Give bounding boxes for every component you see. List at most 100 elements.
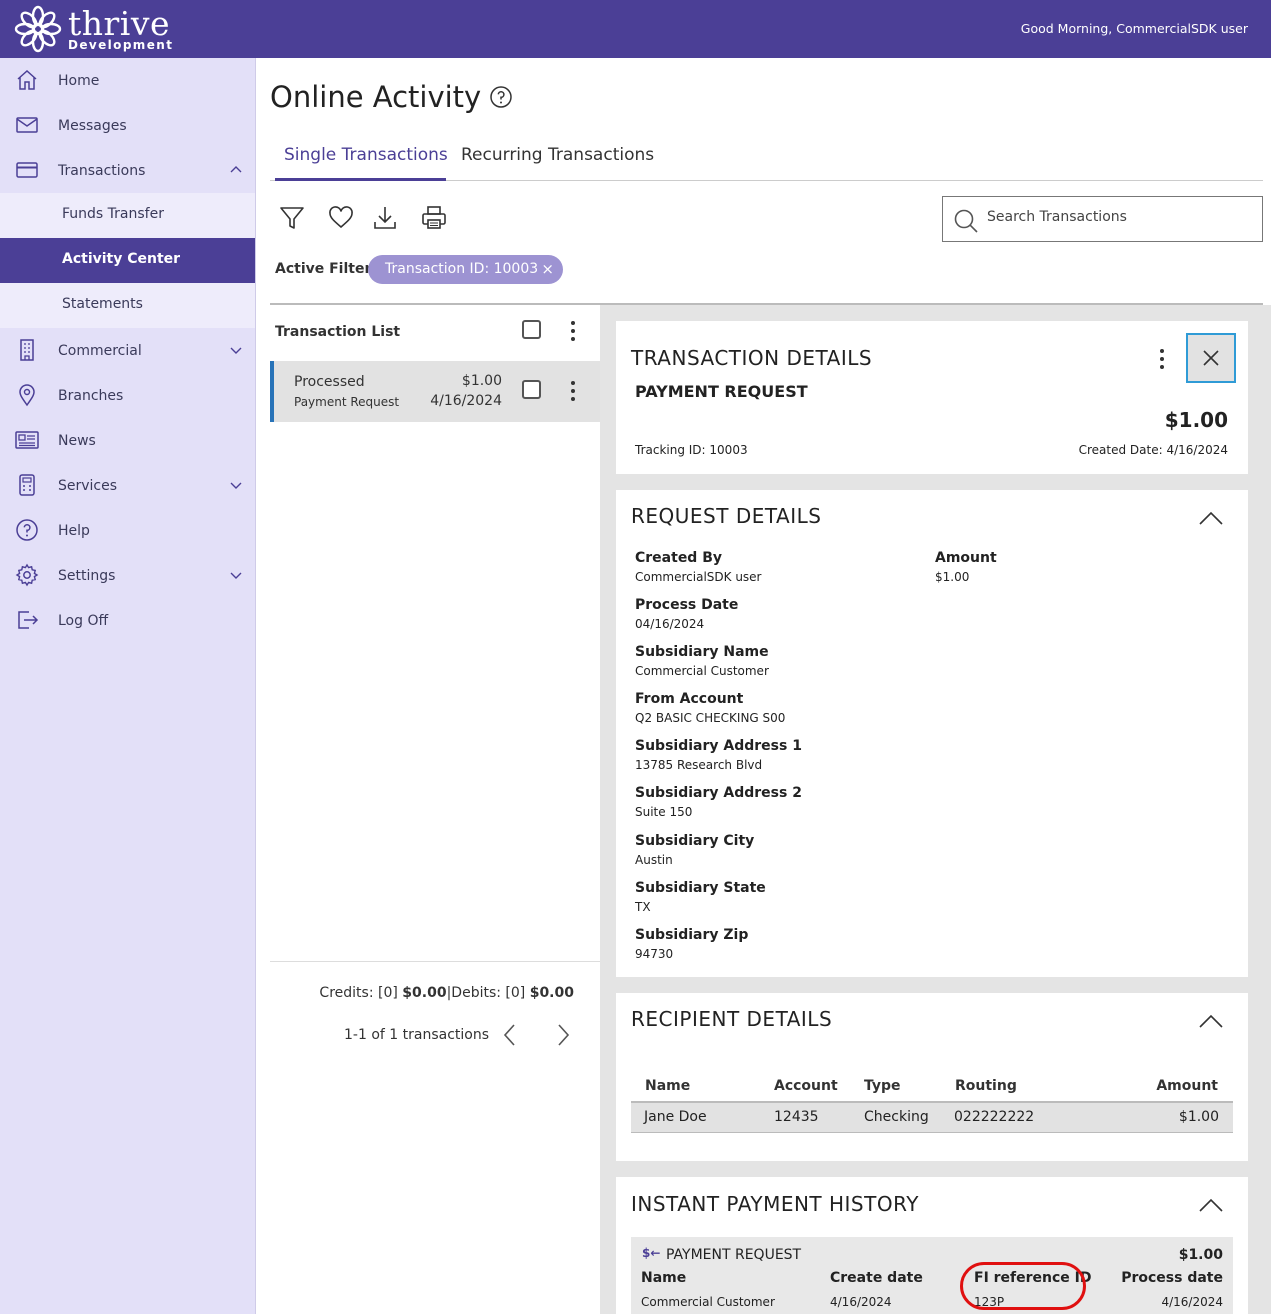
heart-icon[interactable] (328, 205, 354, 231)
sidebar-subitem-label: Statements (62, 296, 143, 312)
chevron-up-icon[interactable] (1198, 1197, 1224, 1213)
sidebar-item-log-off[interactable]: Log Off (0, 598, 255, 643)
credits-value: $0.00 (402, 985, 447, 1001)
page-title: Online Activity (270, 80, 513, 114)
chevron-down-icon[interactable] (229, 343, 243, 357)
sidebar-subitem-statements[interactable]: Statements (0, 283, 255, 328)
request-details-title: REQUEST DETAILS (631, 504, 822, 528)
page-title-text: Online Activity (270, 80, 482, 114)
sidebar-item-label: Commercial (58, 342, 142, 359)
kebab-menu-icon[interactable] (1159, 349, 1165, 373)
printer-icon[interactable] (421, 205, 447, 231)
sidebar-item-news[interactable]: News (0, 418, 255, 463)
column-header-process-date: Process date (1121, 1270, 1223, 1286)
debits-label: Debits: [0] (451, 985, 526, 1001)
mail-icon (16, 117, 38, 133)
brand-subtitle: Development (68, 38, 174, 52)
sidebar-item-settings[interactable]: Settings (0, 553, 255, 598)
filter-chip[interactable]: Transaction ID: 10003 × (368, 255, 563, 284)
chevron-down-icon[interactable] (229, 568, 243, 582)
sidebar-item-help[interactable]: Help (0, 508, 255, 553)
sidebar-subitem-activity-center[interactable]: Activity Center (0, 238, 255, 283)
sidebar-item-transactions[interactable]: Transactions (0, 148, 255, 193)
field-label: Subsidiary State (635, 880, 766, 896)
sidebar: Home Messages Transactions Funds Transfe… (0, 58, 256, 1314)
sidebar-item-branches[interactable]: Branches (0, 373, 255, 418)
column-header-type: Type (864, 1078, 901, 1094)
field-label: Subsidiary Address 2 (635, 785, 802, 801)
sidebar-item-messages[interactable]: Messages (0, 103, 255, 148)
column-header-account: Account (774, 1078, 838, 1094)
field-value: TX (635, 900, 651, 914)
kebab-menu-icon[interactable] (570, 321, 576, 345)
chevron-up-icon[interactable] (1198, 1013, 1224, 1029)
close-icon (1203, 350, 1219, 366)
chevron-up-icon[interactable] (229, 163, 243, 177)
search-transactions[interactable] (942, 196, 1263, 242)
transaction-status: Processed (294, 374, 365, 390)
sidebar-item-label: Settings (58, 567, 116, 584)
filter-icon[interactable] (279, 205, 305, 231)
close-icon[interactable]: × (541, 260, 554, 278)
credits-debits-totals: Credits: [0] $0.00|Debits: [0] $0.00 (319, 985, 574, 1001)
help-circle-icon[interactable] (489, 85, 513, 109)
kebab-menu-icon[interactable] (570, 381, 576, 405)
card-icon (16, 162, 38, 178)
chevron-up-icon[interactable] (1198, 510, 1224, 526)
tab-single-transactions[interactable]: Single Transactions (284, 145, 448, 165)
field-value: Austin (635, 853, 673, 867)
newspaper-icon (15, 431, 39, 449)
row-checkbox[interactable] (522, 380, 541, 399)
field-label: Created By (635, 550, 723, 566)
download-icon[interactable] (372, 205, 398, 231)
sidebar-subitem-label: Activity Center (62, 251, 181, 267)
sidebar-item-label: Transactions (58, 162, 146, 179)
debits-value: $0.00 (529, 985, 574, 1001)
sidebar-item-label: News (58, 432, 96, 449)
payment-history-type: PAYMENT REQUEST (666, 1247, 802, 1263)
instant-payment-history-title: INSTANT PAYMENT HISTORY (631, 1192, 919, 1216)
sidebar-item-services[interactable]: Services (0, 463, 255, 508)
sidebar-subitem-label: Funds Transfer (62, 206, 164, 222)
sidebar-item-label: Branches (58, 387, 124, 404)
close-details-button[interactable] (1186, 333, 1236, 383)
sidebar-item-label: Help (58, 522, 90, 539)
transaction-subtitle: PAYMENT REQUEST (635, 382, 808, 401)
chevron-down-icon[interactable] (229, 478, 243, 492)
recipient-type: Checking (864, 1109, 929, 1125)
tab-recurring-transactions[interactable]: Recurring Transactions (461, 145, 654, 165)
building-icon (20, 339, 34, 361)
payment-history-item: $← PAYMENT REQUEST $1.00 Name Create dat… (631, 1237, 1233, 1314)
highlight-annotation-circle (960, 1262, 1086, 1310)
sidebar-item-commercial[interactable]: Commercial (0, 328, 255, 373)
recipient-account: 12435 (774, 1109, 819, 1125)
history-name: Commercial Customer (641, 1295, 775, 1309)
transaction-amount: $1.00 (461, 373, 502, 389)
list-footer-divider (270, 961, 600, 962)
column-header-name: Name (645, 1078, 691, 1094)
transaction-total-amount: $1.00 (1164, 408, 1228, 432)
search-input[interactable] (987, 209, 1247, 225)
column-header-create-date: Create date (830, 1270, 923, 1286)
location-pin-icon (19, 384, 35, 407)
field-value: $1.00 (935, 570, 970, 584)
home-icon (17, 69, 37, 90)
sidebar-item-home[interactable]: Home (0, 58, 255, 103)
brand-logo[interactable]: thrive Development (14, 5, 173, 53)
field-label: Amount (935, 550, 997, 566)
transaction-list-panel: Transaction List Processed Payment Reque… (270, 305, 600, 1314)
select-all-checkbox[interactable] (522, 320, 541, 339)
transaction-details-card: TRANSACTION DETAILS PAYMENT REQUEST $1.0… (616, 321, 1248, 474)
chevron-right-icon[interactable] (553, 1023, 573, 1047)
sidebar-subitem-funds-transfer[interactable]: Funds Transfer (0, 193, 255, 238)
transaction-row[interactable]: Processed Payment Request $1.00 4/16/202… (270, 361, 600, 422)
created-date: Created Date: 4/16/2024 (1078, 443, 1228, 457)
recipient-routing: 022222222 (954, 1109, 1035, 1125)
tracking-id: Tracking ID: 10003 (635, 443, 748, 457)
field-value: 94730 (635, 947, 674, 961)
field-label: Subsidiary City (635, 833, 755, 849)
field-label: From Account (635, 691, 744, 707)
recipient-details-card: RECIPIENT DETAILS Name Account Type Rout… (616, 993, 1248, 1161)
search-icon (954, 209, 978, 233)
chevron-left-icon[interactable] (500, 1023, 520, 1047)
